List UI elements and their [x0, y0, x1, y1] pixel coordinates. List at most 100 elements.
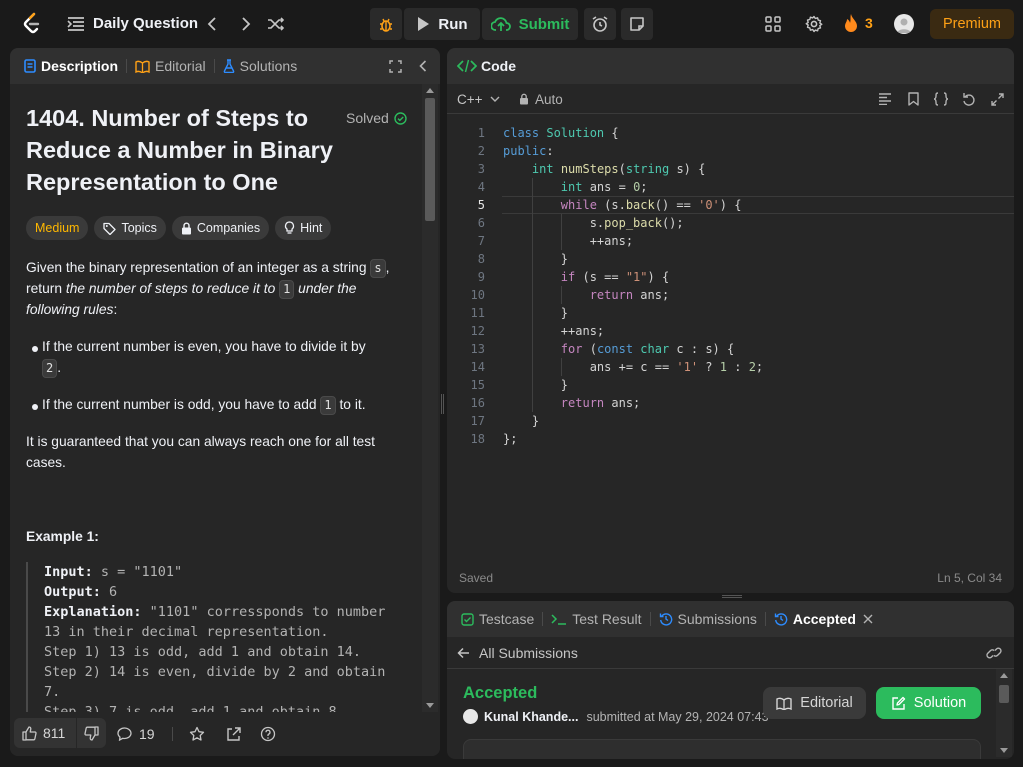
explanation-line: 13 in their decimal representation.	[44, 624, 329, 640]
debugger-button[interactable]	[370, 8, 402, 40]
tab-description[interactable]: Description	[16, 48, 126, 84]
code-line[interactable]: 2 public:	[447, 142, 1014, 160]
fullscreen-icon[interactable]	[387, 58, 403, 74]
user-avatar[interactable]	[894, 14, 914, 34]
favorite-star-icon[interactable]	[189, 726, 205, 742]
like-button[interactable]: 811	[14, 725, 76, 741]
tab-editorial[interactable]: Editorial	[127, 48, 214, 84]
next-question-icon[interactable]	[236, 14, 256, 34]
scroll-down-arrow-icon[interactable]	[426, 703, 434, 708]
code-line[interactable]: 14 ans += c == '1' ? 1 : 2;	[447, 358, 1014, 376]
code-line[interactable]: 13 for (const char c : s) {	[447, 340, 1014, 358]
code-text: while (s.back() == '0') {	[560, 198, 742, 212]
vertical-resize-handle[interactable]	[441, 394, 444, 414]
code-editor[interactable]: 1 class Solution {2 public: 3 int numSteps(…	[447, 124, 1014, 448]
code-line[interactable]: 16 return ans;	[447, 394, 1014, 412]
tab-solutions[interactable]: Solutions	[215, 48, 306, 84]
rule-even: If the current number is even, you have …	[42, 336, 392, 378]
tab-testcase[interactable]: Testcase	[453, 601, 542, 637]
note-icon	[629, 16, 645, 32]
timer-button[interactable]	[584, 8, 616, 40]
share-external-icon[interactable]	[225, 726, 241, 742]
code-line[interactable]: 4 int ans = 0;	[447, 178, 1014, 196]
auto-mode-toggle[interactable]: Auto	[519, 84, 563, 114]
scroll-thumb[interactable]	[425, 98, 435, 221]
streak-counter[interactable]: 3	[843, 13, 873, 33]
horizontal-resize-handle[interactable]	[722, 595, 742, 598]
code-line[interactable]: 6 s.pop_back();	[447, 214, 1014, 232]
fire-icon	[843, 13, 859, 33]
solution-button[interactable]: Solution	[876, 687, 981, 719]
comment-icon	[117, 727, 132, 741]
topics-label: Topics	[121, 221, 157, 235]
run-button[interactable]: Run	[404, 8, 480, 40]
terminal-icon	[551, 613, 567, 625]
format-lines-icon[interactable]	[877, 91, 893, 107]
companies-tag[interactable]: Companies	[171, 216, 270, 240]
line-number: 18	[470, 432, 485, 446]
shuffle-icon[interactable]	[266, 14, 286, 34]
submit-button[interactable]: Submit	[482, 8, 578, 40]
code-line[interactable]: 17 }	[447, 412, 1014, 430]
code-line[interactable]: 3 int numSteps(string s) {	[447, 160, 1014, 178]
topics-tag[interactable]: Topics	[94, 216, 166, 240]
description-scrollbar[interactable]	[422, 84, 438, 712]
tab-test-result[interactable]: Test Result	[543, 601, 649, 637]
edit-pencil-icon	[891, 696, 906, 711]
rule-odd: If the current number is odd, you have t…	[42, 394, 412, 415]
explanation-line: 7.	[44, 684, 61, 700]
line-number: 2	[477, 144, 485, 158]
editorial-button[interactable]: Editorial	[763, 687, 866, 719]
code-line[interactable]: 10 return ans;	[447, 286, 1014, 304]
result-scrollbar[interactable]	[996, 669, 1012, 757]
code-line[interactable]: 18};	[447, 430, 1014, 448]
help-question-icon[interactable]	[260, 726, 276, 742]
inline-code-1: 1	[279, 280, 295, 299]
play-icon	[416, 16, 430, 32]
premium-button[interactable]: Premium	[930, 9, 1014, 39]
scroll-thumb[interactable]	[999, 685, 1009, 703]
result-tabs-bar: Testcase Test Result Submissions Accepte…	[447, 601, 1014, 637]
code-line[interactable]: 15 }	[447, 376, 1014, 394]
scroll-up-arrow-icon[interactable]	[426, 88, 434, 93]
tab-submissions[interactable]: Submissions	[651, 601, 765, 637]
daily-question-title[interactable]: Daily Question	[93, 15, 198, 32]
language-selector[interactable]: C++	[457, 84, 500, 114]
description-footer: 811 19	[10, 712, 440, 756]
all-submissions-link[interactable]: All Submissions	[479, 645, 578, 661]
input-value: s = "1101"	[92, 564, 183, 580]
bookmark-icon[interactable]	[905, 91, 921, 107]
comments-button[interactable]: 19	[117, 712, 155, 756]
code-line[interactable]: 1 class Solution {	[447, 124, 1014, 142]
leetcode-logo-icon[interactable]	[20, 12, 44, 36]
code-line[interactable]: 11 }	[447, 304, 1014, 322]
expand-editor-icon[interactable]	[989, 91, 1005, 107]
problem-list-icon[interactable]	[66, 14, 86, 34]
user-avatar-small	[463, 709, 478, 724]
scroll-up-arrow-icon[interactable]	[1000, 673, 1008, 678]
statement-text: return	[26, 281, 66, 296]
submission-status: Accepted	[463, 684, 538, 702]
scroll-down-arrow-icon[interactable]	[1000, 748, 1008, 753]
link-chain-icon[interactable]	[986, 646, 1002, 660]
curly-braces-icon[interactable]	[932, 91, 950, 107]
close-tab-icon[interactable]	[863, 614, 873, 624]
code-line[interactable]: 5 while (s.back() == '0') {	[447, 196, 1014, 214]
code-line[interactable]: 7 ++ans;	[447, 232, 1014, 250]
settings-gear-icon[interactable]	[804, 14, 824, 34]
arrow-left-icon[interactable]	[457, 647, 470, 659]
hint-tag[interactable]: Hint	[275, 216, 332, 240]
submitter-name[interactable]: Kunal Khande...	[484, 710, 578, 724]
code-header: Code	[447, 48, 1014, 84]
dislike-button[interactable]	[77, 725, 106, 741]
prev-question-icon[interactable]	[202, 14, 222, 34]
line-number: 13	[470, 342, 485, 356]
tab-accepted[interactable]: Accepted	[766, 601, 881, 637]
code-line[interactable]: 9 if (s == "1") {	[447, 268, 1014, 286]
notes-button[interactable]	[621, 8, 653, 40]
code-line[interactable]: 12 ++ans;	[447, 322, 1014, 340]
code-line[interactable]: 8 }	[447, 250, 1014, 268]
layout-grid-icon[interactable]	[763, 14, 783, 34]
reset-undo-icon[interactable]	[961, 91, 977, 107]
collapse-panel-icon[interactable]	[415, 58, 431, 74]
